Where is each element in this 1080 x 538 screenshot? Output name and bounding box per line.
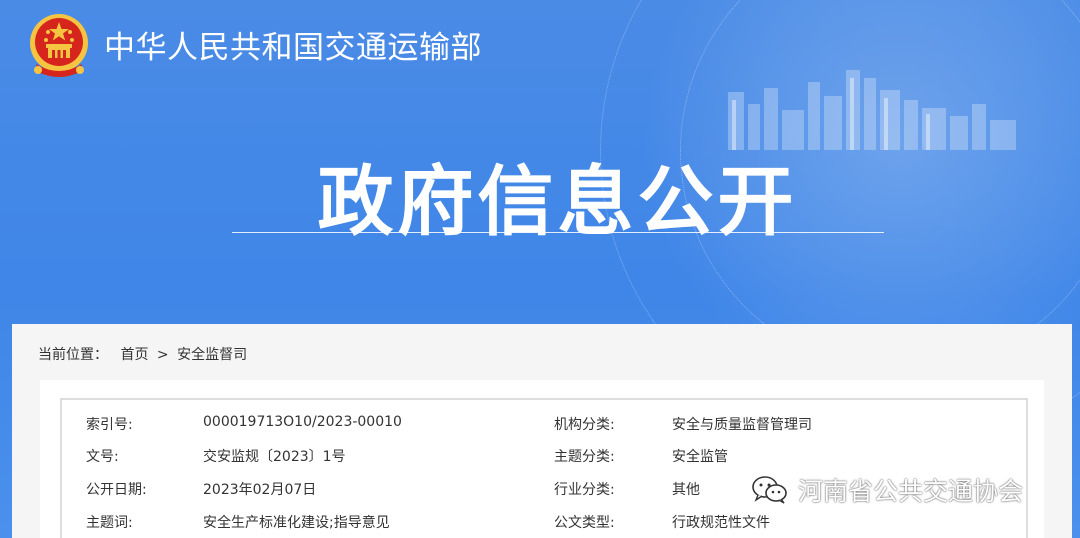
banner-divider [232,232,884,233]
breadcrumb-current-link[interactable]: 安全监督司 [177,347,247,363]
watermark: 河南省公共交通协会 [750,470,1023,510]
wechat-icon [752,476,787,504]
table-row: 主题词: 安全生产标准化建设;指导意见 公文类型: 行政规范性文件 [62,506,1026,538]
industry-category-value: 其他 [672,482,700,498]
document-info-table: 索引号: 000019713O10/2023-00010 机构分类: 安全与质量… [60,398,1028,538]
ministry-name[interactable]: 中华人民共和国交通运输部 [104,22,482,67]
publish-date-label: 公开日期: [86,482,147,498]
watermark-text: 河南省公共交通协会 [798,477,1024,506]
city-skyline-illustration [728,70,1016,150]
industry-category-label: 行业分类: [554,482,615,498]
keywords-label: 主题词: [86,515,133,531]
publish-date-value: 2023年02月07日 [203,482,317,498]
doc-number-value: 交安监规〔2023〕1号 [203,449,346,465]
doc-type-label: 公文类型: [554,515,615,531]
org-category-value: 安全与质量监督管理司 [672,417,812,433]
table-row: 文号: 交安监规〔2023〕1号 主题分类: 安全监管 [62,440,1026,472]
table-row: 索引号: 000019713O10/2023-00010 机构分类: 安全与质量… [62,408,1026,440]
index-number-value: 000019713O10/2023-00010 [203,414,402,430]
doc-number-label: 文号: [86,449,119,465]
breadcrumb-separator: > [156,347,169,363]
page: 中华人民共和国交通运输部 政府信息公开 当前位置： 首页 > 安全监督司 索引号… [0,0,1080,538]
doc-type-value: 行政规范性文件 [672,515,770,531]
breadcrumb: 当前位置： 首页 > 安全监督司 [38,344,247,364]
national-emblem-icon [30,14,88,77]
breadcrumb-label: 当前位置： [38,347,108,363]
banner-title: 政府信息公开 [317,157,798,246]
info-card: 索引号: 000019713O10/2023-00010 机构分类: 安全与质量… [40,380,1044,538]
breadcrumb-home-link[interactable]: 首页 [120,347,148,363]
index-number-label: 索引号: [86,417,133,433]
org-category-label: 机构分类: [554,417,615,433]
keywords-value: 安全生产标准化建设;指导意见 [203,515,390,531]
topic-category-label: 主题分类: [554,449,615,465]
topic-category-value: 安全监管 [672,449,728,465]
